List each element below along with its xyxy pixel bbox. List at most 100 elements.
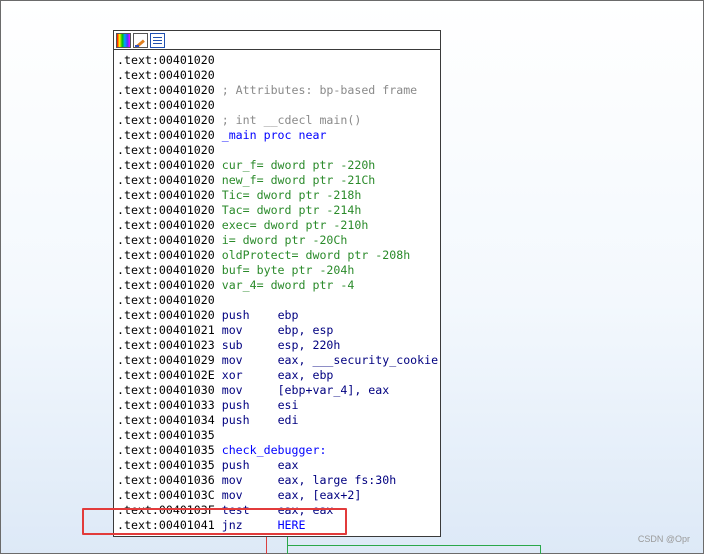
code-label: _main proc near	[221, 128, 327, 142]
disasm-line[interactable]: .text:00401020 buf= byte ptr -204h	[117, 263, 440, 278]
instruction-mnemonic: mov	[221, 383, 278, 397]
line-address: .text:00401020	[117, 218, 215, 232]
edit-node-icon[interactable]	[133, 32, 148, 48]
disasm-line[interactable]: .text:00401020 exec= dword ptr -210h	[117, 218, 440, 233]
instruction-mnemonic: push	[221, 398, 278, 412]
instruction-mnemonic: mov	[221, 488, 278, 502]
true-branch-edge-horizontal	[287, 545, 540, 546]
disasm-line[interactable]: .text:00401020 ; int __cdecl main()	[117, 113, 440, 128]
line-address: .text:00401020	[117, 53, 215, 67]
highlight-box	[82, 508, 347, 535]
stack-variable: Tic= dword ptr -218h	[221, 188, 362, 202]
disasm-line[interactable]: .text:00401036 mov eax, large fs:30h	[117, 473, 440, 488]
disassembly-listing[interactable]: .text:00401020 .text:00401020 .text:004010…	[114, 50, 440, 533]
instruction-mnemonic: mov	[221, 473, 278, 487]
instruction-operands: ebp	[277, 308, 299, 322]
instruction-operands: eax, ___security_cookie	[277, 353, 439, 367]
line-comment: ; int __cdecl main()	[221, 113, 362, 127]
line-address: .text:00401020	[117, 293, 215, 307]
line-address: .text:00401030	[117, 383, 215, 397]
stack-variable: exec= dword ptr -210h	[221, 218, 369, 232]
instruction-operands: eax	[277, 458, 299, 472]
line-address: .text:00401020	[117, 263, 215, 277]
disasm-line[interactable]: .text:00401020 _main proc near	[117, 128, 440, 143]
instruction-operands: [ebp+var_4], eax	[277, 383, 390, 397]
line-address: .text:00401020	[117, 173, 215, 187]
instruction-mnemonic: push	[221, 413, 278, 427]
disasm-line[interactable]: .text:00401020 ; Attributes: bp-based fr…	[117, 83, 440, 98]
disasm-line[interactable]: .text:0040102E xor eax, ebp	[117, 368, 440, 383]
line-address: .text:00401020	[117, 113, 215, 127]
line-address: .text:00401020	[117, 248, 215, 262]
disasm-line[interactable]: .text:00401033 push esi	[117, 398, 440, 413]
instruction-mnemonic: push	[221, 308, 278, 322]
instruction-operands: ebp, esp	[277, 323, 334, 337]
node-toolbar	[114, 31, 440, 50]
graph-view-icon[interactable]	[150, 32, 165, 48]
color-palette-icon[interactable]	[116, 32, 131, 48]
line-address: .text:0040102E	[117, 368, 215, 382]
disasm-line[interactable]: .text:00401020 new_f= dword ptr -21Ch	[117, 173, 440, 188]
disasm-line[interactable]: .text:00401035 push eax	[117, 458, 440, 473]
line-address: .text:00401020	[117, 233, 215, 247]
disasm-line[interactable]: .text:00401020 push ebp	[117, 308, 440, 323]
stack-variable: new_f= dword ptr -21Ch	[221, 173, 376, 187]
stack-variable: Tac= dword ptr -214h	[221, 203, 362, 217]
line-address: .text:00401020	[117, 128, 215, 142]
stack-variable: buf= byte ptr -204h	[221, 263, 355, 277]
disasm-line[interactable]: .text:00401020 cur_f= dword ptr -220h	[117, 158, 440, 173]
disasm-line[interactable]: .text:00401035 check_debugger:	[117, 443, 440, 458]
stack-variable: cur_f= dword ptr -220h	[221, 158, 376, 172]
instruction-mnemonic: mov	[221, 323, 278, 337]
disasm-line[interactable]: .text:00401020 var_4= dword ptr -4	[117, 278, 440, 293]
line-address: .text:00401020	[117, 158, 215, 172]
line-address: .text:00401021	[117, 323, 215, 337]
disasm-line[interactable]: .text:00401035	[117, 428, 440, 443]
instruction-operands: esp, 220h	[277, 338, 341, 352]
line-address: .text:00401033	[117, 398, 215, 412]
disasm-line[interactable]: .text:00401020	[117, 68, 440, 83]
disasm-line[interactable]: .text:0040103C mov eax, [eax+2]	[117, 488, 440, 503]
disasm-line[interactable]: .text:00401029 mov eax, ___security_cook…	[117, 353, 440, 368]
disasm-line[interactable]: .text:00401020	[117, 143, 440, 158]
instruction-mnemonic: push	[221, 458, 278, 472]
line-address: .text:00401035	[117, 443, 215, 457]
line-address: .text:00401020	[117, 308, 215, 322]
disasm-line[interactable]: .text:00401030 mov [ebp+var_4], eax	[117, 383, 440, 398]
disasm-line[interactable]: .text:00401020	[117, 293, 440, 308]
line-address: .text:00401035	[117, 458, 215, 472]
watermark: CSDN @Opr	[637, 534, 690, 544]
false-branch-edge	[266, 535, 267, 554]
line-address: .text:00401020	[117, 143, 215, 157]
line-address: .text:0040103C	[117, 488, 215, 502]
code-block-node[interactable]: .text:00401020 .text:00401020 .text:004010…	[113, 30, 441, 537]
line-address: .text:00401020	[117, 203, 215, 217]
true-branch-edge-end	[540, 545, 541, 554]
stack-variable: var_4= dword ptr -4	[221, 278, 355, 292]
instruction-mnemonic: xor	[221, 368, 278, 382]
disasm-line[interactable]: .text:00401021 mov ebp, esp	[117, 323, 440, 338]
disasm-line[interactable]: .text:00401020 Tac= dword ptr -214h	[117, 203, 440, 218]
code-label: check_debugger:	[221, 443, 327, 457]
disasm-line[interactable]: .text:00401020	[117, 98, 440, 113]
line-address: .text:00401029	[117, 353, 215, 367]
line-address: .text:00401036	[117, 473, 215, 487]
instruction-mnemonic: mov	[221, 353, 278, 367]
disasm-line[interactable]: .text:00401020 oldProtect= dword ptr -20…	[117, 248, 440, 263]
instruction-operands: eax, ebp	[277, 368, 334, 382]
disasm-line[interactable]: .text:00401034 push edi	[117, 413, 440, 428]
disasm-line[interactable]: .text:00401020 i= dword ptr -20Ch	[117, 233, 440, 248]
stack-variable: i= dword ptr -20Ch	[221, 233, 348, 247]
line-address: .text:00401023	[117, 338, 215, 352]
instruction-mnemonic: sub	[221, 338, 278, 352]
line-address: .text:00401034	[117, 413, 215, 427]
line-address: .text:00401020	[117, 278, 215, 292]
instruction-operands: edi	[277, 413, 299, 427]
instruction-operands: esi	[277, 398, 299, 412]
line-comment: ; Attributes: bp-based frame	[221, 83, 418, 97]
line-address: .text:00401020	[117, 98, 215, 112]
stack-variable: oldProtect= dword ptr -208h	[221, 248, 411, 262]
disasm-line[interactable]: .text:00401020 Tic= dword ptr -218h	[117, 188, 440, 203]
disasm-line[interactable]: .text:00401023 sub esp, 220h	[117, 338, 440, 353]
disasm-line[interactable]: .text:00401020	[117, 53, 440, 68]
